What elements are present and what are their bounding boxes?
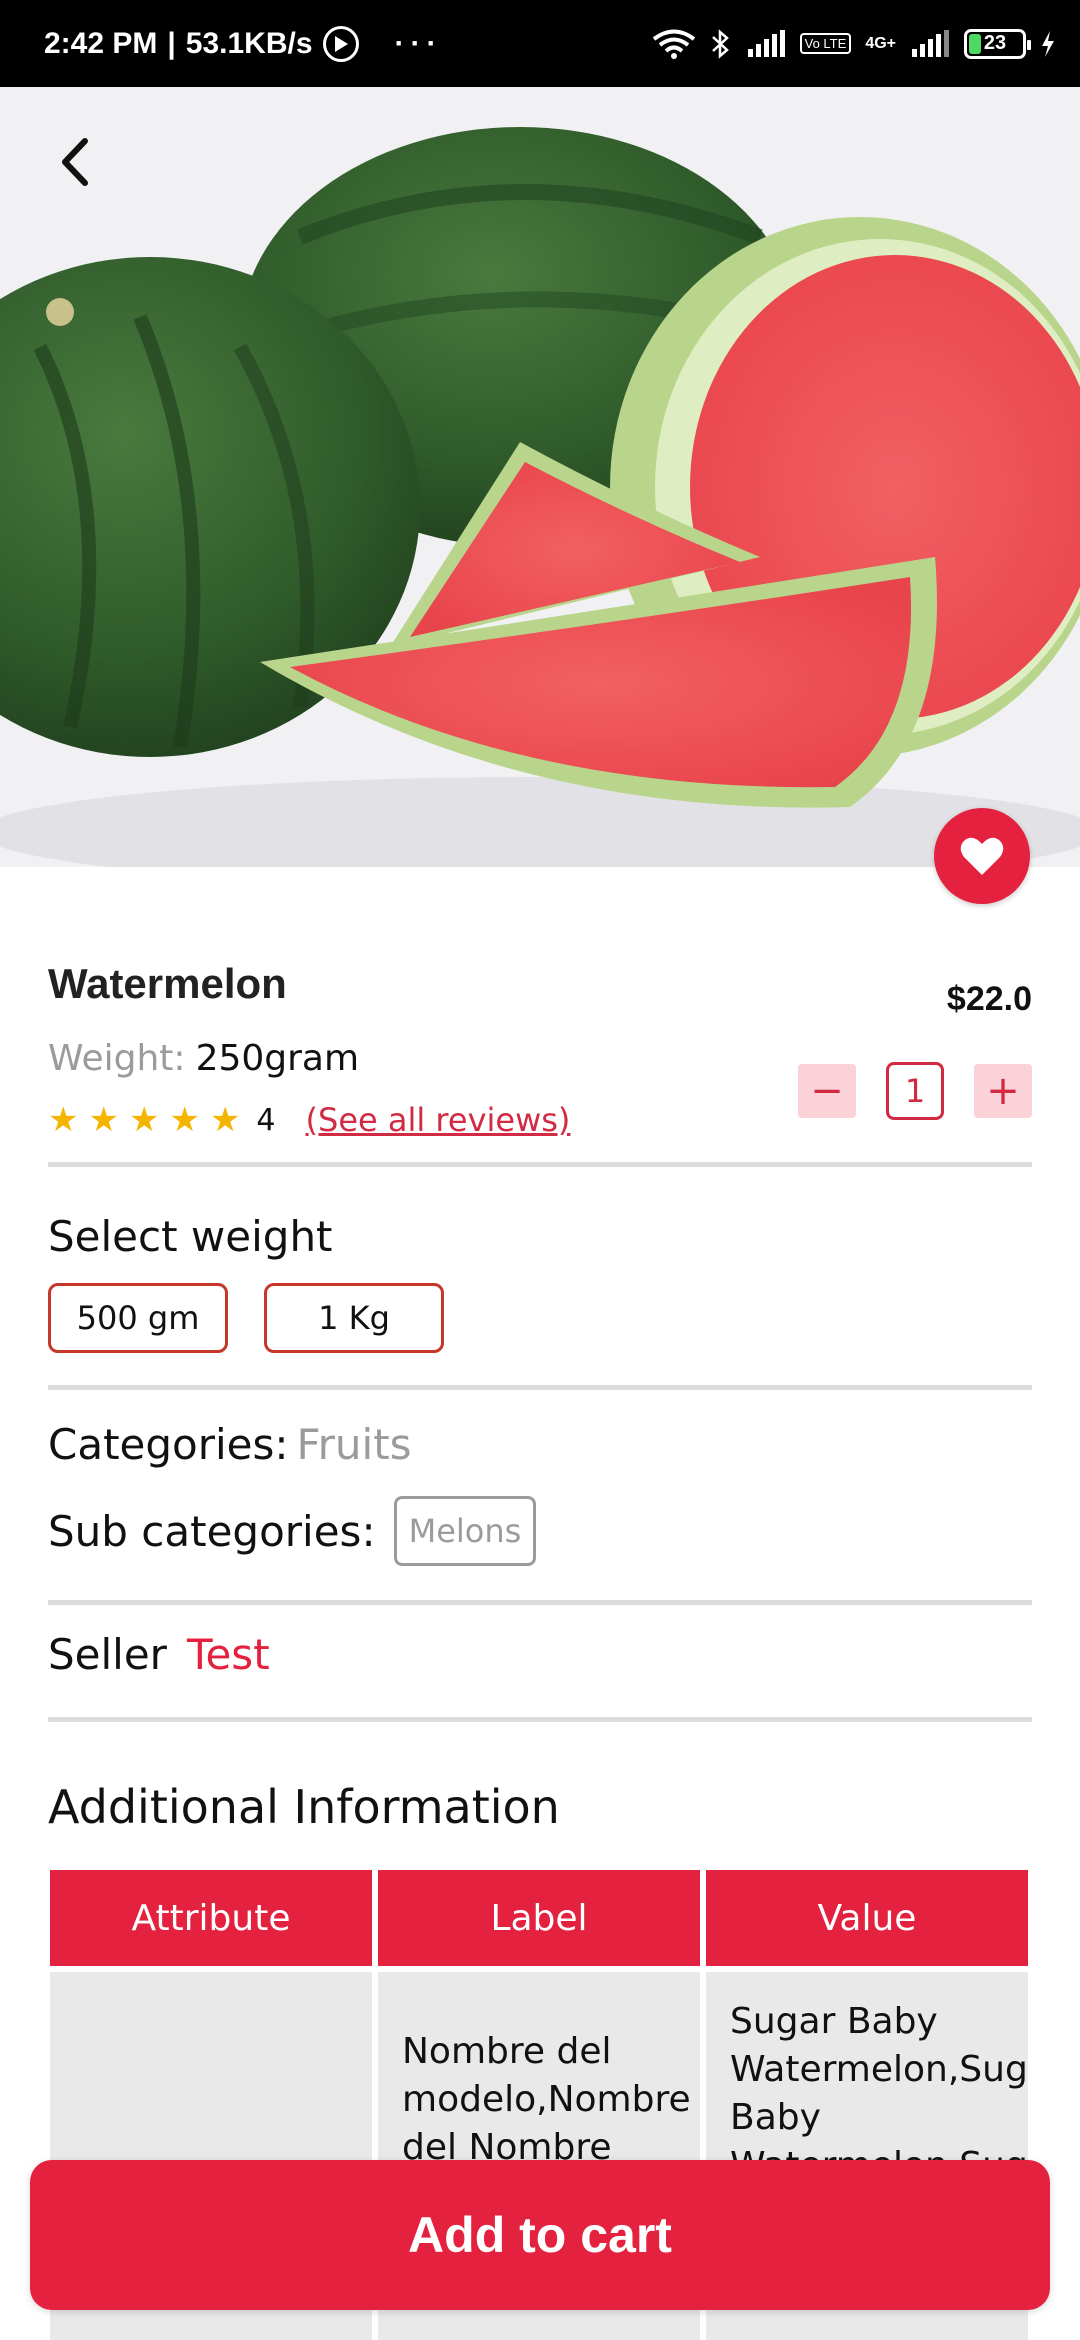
weight-option-500gm[interactable]: 500 gm [48, 1283, 228, 1353]
categories-label: Categories: [48, 1420, 289, 1469]
watermelon-illustration [0, 87, 1080, 867]
status-speed: 53.1KB/s [185, 26, 313, 60]
see-all-reviews-link[interactable]: (See all reviews) [306, 1101, 571, 1139]
product-price: $22.0 [946, 980, 1032, 1018]
star-icon: ★ [209, 1100, 241, 1140]
title-row: Watermelon $22.0 [48, 960, 1032, 1018]
bluetooth-icon [711, 28, 729, 59]
categories-row: Categories: Fruits [48, 1420, 412, 1469]
back-arrow-icon [62, 138, 88, 186]
rating-row: ★ ★ ★ ★ ★ 4 (See all reviews) [48, 1100, 570, 1140]
status-right: Vo LTE 4G+ 23 [652, 0, 1056, 87]
weight-value: 250gram [195, 1038, 360, 1079]
network-type: 4G+ [865, 34, 896, 52]
table-header-attribute: Attribute [50, 1870, 372, 1966]
table-header-label: Label [378, 1870, 700, 1966]
select-weight-title: Select weight [48, 1212, 333, 1261]
status-bar: 2:42 PM | 53.1KB/s ··· Vo LTE 4G+ 23 [0, 0, 1080, 87]
subcategory-chip[interactable]: Melons [393, 1496, 537, 1566]
charging-icon [1042, 30, 1054, 57]
add-to-cart-button[interactable]: Add to cart [30, 2160, 1050, 2310]
signal-icon-2 [912, 29, 949, 57]
star-icon: ★ [88, 1100, 119, 1140]
seller-row: Seller Test [48, 1630, 270, 1679]
table-header-value: Value [706, 1870, 1028, 1966]
divider [48, 1385, 1032, 1390]
star-icon: ★ [169, 1100, 200, 1140]
quantity-value: 1 [886, 1062, 944, 1120]
status-left: 2:42 PM | 53.1KB/s ··· [44, 25, 443, 62]
additional-info-title: Additional Information [48, 1780, 560, 1834]
weight-options: 500 gm 1 Kg [48, 1283, 444, 1353]
categories-value[interactable]: Fruits [297, 1420, 412, 1469]
divider [48, 1162, 1032, 1167]
decrease-quantity-button[interactable]: − [798, 1064, 856, 1118]
status-time: 2:42 PM [44, 26, 158, 60]
volte-icon: Vo LTE [799, 33, 852, 54]
more-dots-icon: ··· [394, 26, 443, 60]
star-icon: ★ [128, 1100, 160, 1140]
divider [48, 1717, 1032, 1722]
seller-label: Seller [48, 1630, 167, 1679]
divider [48, 1600, 1032, 1605]
rating-value: 4 [256, 1102, 276, 1138]
product-name: Watermelon [48, 960, 287, 1007]
battery-icon: 23 [964, 28, 1031, 59]
subcategories-label: Sub categories: [48, 1506, 376, 1556]
back-button[interactable] [44, 127, 104, 197]
weight-label: Weight: [48, 1038, 186, 1079]
weight-option-1kg[interactable]: 1 Kg [264, 1283, 444, 1353]
favorite-button[interactable] [934, 808, 1030, 904]
heart-icon [960, 837, 1004, 875]
star-icon: ★ [48, 1100, 79, 1140]
wifi-icon [652, 29, 695, 59]
seller-name[interactable]: Test [187, 1630, 270, 1679]
product-image [0, 87, 1080, 867]
weight-row: Weight: 250gram [48, 1038, 359, 1079]
play-icon [322, 25, 359, 62]
subcategories-row: Sub categories: Melons [48, 1496, 537, 1566]
signal-icon [747, 29, 785, 57]
increase-quantity-button[interactable]: + [974, 1064, 1032, 1118]
quantity-stepper: − 1 + [798, 1062, 1032, 1120]
